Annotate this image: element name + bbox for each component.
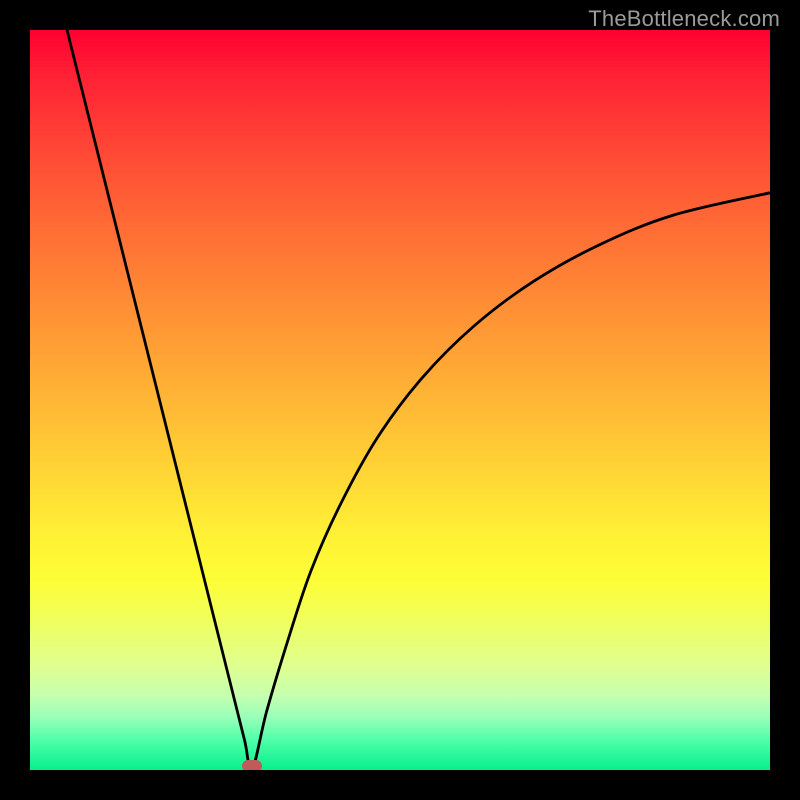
optimal-marker: [242, 760, 262, 770]
watermark-text: TheBottleneck.com: [588, 6, 780, 32]
chart-frame: TheBottleneck.com: [0, 0, 800, 800]
curve-path: [67, 30, 770, 770]
bottleneck-curve: [30, 30, 770, 770]
plot-area: [30, 30, 770, 770]
